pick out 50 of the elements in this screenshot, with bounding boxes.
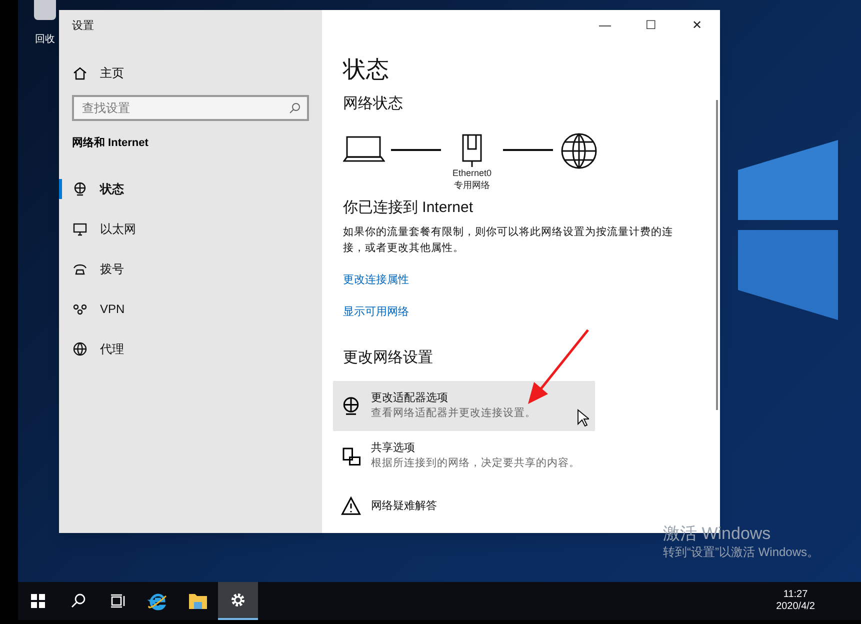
search-icon [289,102,301,114]
option-title: 网络疑难解答 [371,498,437,514]
network-type: 专用网络 [454,179,490,191]
home-link[interactable]: 主页 [100,64,124,82]
search-icon [70,593,86,609]
option-title: 共享选项 [371,440,416,456]
network-adapter-icon [461,133,483,167]
globe-icon [72,341,88,357]
option-subtitle: 根据所连接到的网络，决定要共享的内容。 [371,456,580,472]
taskbar-button[interactable] [218,582,258,620]
option-subtitle: 查看网络适配器并更改连接设置。 [371,406,536,422]
settings-option[interactable]: 网络疑难解答 [333,481,595,531]
adapter-name: Ethernet0 [452,167,492,179]
folder-icon [188,592,208,610]
window-control-button[interactable]: ✕ [674,10,720,40]
search-field[interactable]: 查找设置 [72,94,309,120]
globe-monitor-icon [72,181,88,197]
nav-item[interactable]: 以太网 [72,209,309,249]
page-title: 状态 [343,55,390,84]
link[interactable]: 显示可用网络 [343,304,409,320]
mouse-cursor-icon [577,409,589,427]
section-heading: 更改网络设置 [343,348,434,368]
selection-indicator [59,179,62,199]
home-icon [72,64,88,80]
desktop-icon-label: 回收 [35,33,55,47]
nav-item[interactable]: VPN [72,289,309,329]
warning-icon [341,496,361,516]
nav-item[interactable]: 拨号 [72,249,309,289]
window-control-button[interactable]: ☐ [628,10,674,40]
description-text: 如果你的流量套餐有限制，则你可以将此网络设置为按流量计费的连接，或者更改其他属性。 [343,224,674,256]
globe-monitor-icon [341,396,361,416]
link[interactable]: 更改连接属性 [343,272,409,288]
gear-icon [229,591,247,609]
nav-item[interactable]: 状态 [72,169,309,209]
connection-status: 你已连接到 Internet [343,198,474,218]
section-heading: 网络状态 [343,94,404,114]
section-heading: 网络和 Internet [72,136,150,150]
option-title: 更改适配器选项 [371,390,449,406]
window-control-button[interactable]: — [582,10,628,40]
activation-subtitle: 转到“设置”以激活 Windows。 [663,544,820,561]
printer-folder-icon [341,446,361,466]
settings-option[interactable]: 共享选项 根据所连接到的网络，决定要共享的内容。 [333,431,595,481]
clock-date: 2020/4/2 [776,601,815,613]
windows-logo-icon [31,594,45,608]
nav-item[interactable]: 代理 [72,329,309,369]
monitor-icon [72,221,88,237]
clock-time: 11:27 [783,589,808,601]
window-title: 设置 [72,19,95,34]
task-view-icon [110,593,126,609]
settings-option[interactable]: 更改适配器选项 查看网络适配器并更改连接设置。 [333,381,595,431]
